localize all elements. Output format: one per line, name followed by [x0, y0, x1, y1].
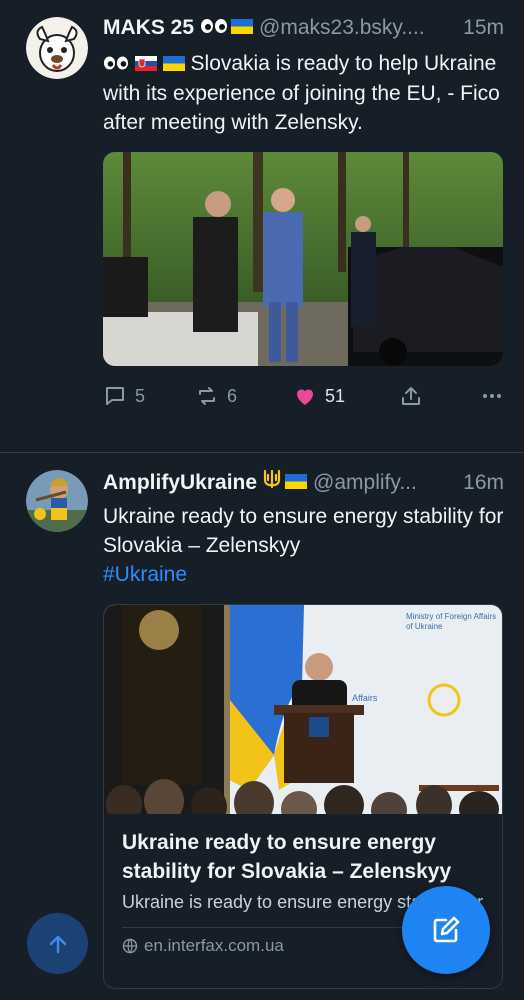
post-text: Ukraine ready to ensure energy stability… [103, 502, 504, 589]
svg-text:of Ukraine: of Ukraine [406, 622, 443, 631]
ellipsis-icon [483, 394, 501, 398]
heart-icon [297, 389, 313, 405]
avatar[interactable] [26, 470, 88, 532]
eyes-emoji-icon [200, 18, 228, 39]
ukraine-flag-icon [162, 50, 185, 79]
share-icon [402, 387, 420, 405]
link-preview-title: Ukraine ready to ensure energy stability… [122, 831, 452, 883]
share-button[interactable] [399, 384, 479, 408]
post-body: Ukraine ready to ensure energy stability… [103, 505, 504, 557]
scroll-to-top-button[interactable] [27, 913, 88, 974]
post-time[interactable]: 16m [455, 471, 504, 495]
ukraine-flag-icon [231, 16, 254, 34]
trident-icon [262, 469, 282, 495]
post-actions: 5 6 51 [103, 366, 504, 426]
slovakia-flag-icon [134, 50, 157, 79]
globe-icon [122, 938, 138, 954]
post-header: AmplifyUkraine @amplify... 16m [103, 469, 504, 499]
post-time[interactable]: 15m [455, 16, 504, 40]
sign-text: Ministry of Foreign Affairs [406, 612, 496, 621]
post-image[interactable] [103, 152, 503, 366]
svg-text:Affairs: Affairs [352, 693, 378, 703]
ukraine-flag-icon [285, 471, 308, 489]
arrow-up-icon [49, 935, 66, 953]
author-handle[interactable]: @amplify... [313, 471, 417, 495]
eyes-emoji-icon [103, 50, 129, 79]
author-name[interactable]: AmplifyUkraine [103, 471, 257, 495]
more-options-button[interactable] [480, 384, 504, 408]
author-handle[interactable]: @maks23.bsky.... [259, 16, 425, 40]
feed-post[interactable]: MAKS 25 @maks23.bsky.... 15m Slovakia is… [0, 0, 524, 453]
reply-count: 5 [135, 385, 146, 406]
author-name[interactable]: MAKS 25 [103, 16, 194, 40]
post-text: Slovakia is ready to help Ukraine with i… [103, 49, 504, 137]
reply-button[interactable]: 5 [103, 384, 195, 408]
like-button[interactable]: 51 [293, 384, 399, 408]
domain-text: en.interfax.com.ua [144, 936, 284, 955]
compose-icon [433, 916, 460, 943]
speech-bubble-icon [106, 387, 124, 405]
hashtag-link[interactable]: #Ukraine [103, 563, 187, 586]
repost-button[interactable]: 6 [195, 384, 293, 408]
repost-count: 6 [227, 385, 238, 406]
post-header: MAKS 25 @maks23.bsky.... 15m [103, 16, 504, 46]
link-preview-image: Ministry of Foreign Affairs of Ukraine A… [104, 605, 502, 814]
like-count: 51 [325, 385, 346, 406]
avatar[interactable] [26, 17, 88, 79]
compose-post-button[interactable] [402, 886, 490, 974]
repost-icon [199, 387, 215, 405]
